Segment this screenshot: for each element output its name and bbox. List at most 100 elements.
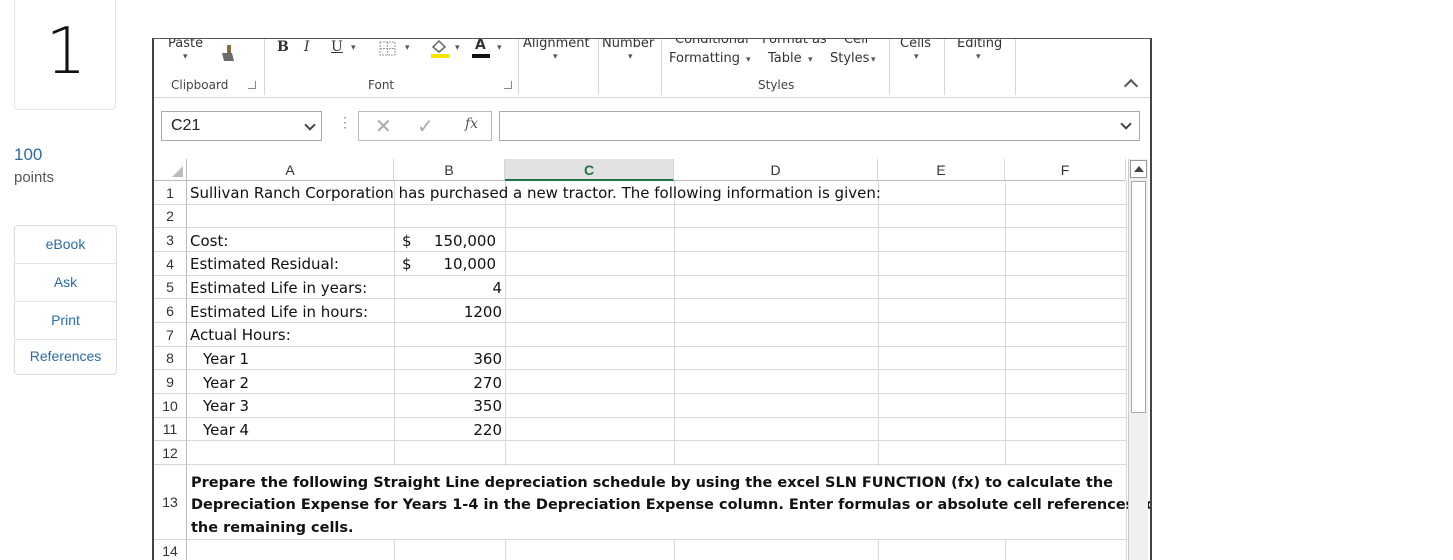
cell-a11[interactable]: Year 4: [203, 421, 249, 439]
cell-b6[interactable]: 1200: [416, 303, 502, 321]
formula-buttons: ✕ ✓ fx: [358, 111, 492, 141]
ebook-link[interactable]: eBook: [15, 226, 116, 264]
worksheet-grid[interactable]: A B C D E F 1 2 3 4 5 6 7 8 9 10 11 12 1…: [154, 159, 1150, 560]
row-header-10[interactable]: 10: [154, 394, 187, 418]
row-header-2[interactable]: 2: [154, 205, 187, 228]
font-color-button[interactable]: A: [475, 39, 486, 53]
row-header-9[interactable]: 9: [154, 370, 187, 394]
paste-button[interactable]: Paste: [168, 39, 203, 51]
column-header-c[interactable]: C: [505, 159, 674, 181]
font-group-label: Font: [368, 78, 395, 92]
underline-button[interactable]: U: [331, 39, 343, 55]
cell-a8[interactable]: Year 1: [203, 350, 249, 368]
ribbon-separator: [264, 39, 265, 95]
scroll-up-icon[interactable]: [1130, 160, 1147, 178]
name-box-dropdown-icon[interactable]: [304, 119, 316, 131]
cell-b9[interactable]: 270: [416, 374, 502, 392]
row-header-5[interactable]: 5: [154, 276, 187, 299]
underline-dropdown-icon[interactable]: ▾: [351, 43, 356, 53]
confirm-entry-icon[interactable]: ✓: [417, 114, 434, 139]
cell-styles-dropdown-icon[interactable]: ▾: [871, 55, 876, 65]
number-dropdown-icon[interactable]: ▾: [628, 52, 633, 62]
formula-bar-grip-icon[interactable]: ⋮: [338, 114, 352, 131]
references-link[interactable]: References: [15, 340, 116, 374]
vertical-scrollbar[interactable]: [1128, 159, 1148, 560]
cell-b3[interactable]: 150,000: [416, 232, 496, 250]
points-value: 100: [14, 145, 43, 164]
ask-link[interactable]: Ask: [15, 264, 116, 302]
editing-button[interactable]: Editing: [957, 39, 1002, 51]
row-header-3[interactable]: 3: [154, 228, 187, 252]
font-launcher-icon[interactable]: [504, 81, 512, 89]
cell-b4[interactable]: 10,000: [416, 255, 497, 273]
conditional-formatting-line1[interactable]: Conditional: [675, 39, 749, 47]
number-button[interactable]: Number: [602, 39, 654, 51]
cancel-entry-icon[interactable]: ✕: [375, 114, 392, 139]
bold-button[interactable]: B: [277, 39, 289, 55]
cell-b10[interactable]: 350: [416, 397, 502, 415]
cell-styles-line1[interactable]: Cell: [844, 39, 868, 47]
insert-function-button[interactable]: fx: [465, 116, 478, 132]
font-color-dropdown-icon[interactable]: ▾: [497, 43, 502, 53]
clipboard-launcher-icon[interactable]: [248, 81, 256, 89]
expand-formula-bar-icon[interactable]: [1120, 118, 1132, 130]
gridline: [187, 440, 1126, 441]
gridline: [187, 322, 1126, 323]
conditional-formatting-button[interactable]: Formatting: [669, 51, 740, 66]
excel-window: Paste ▾ Clipboard B I U ▾ ▾ ▾ A ▾ Font A…: [152, 38, 1152, 560]
cell-a5[interactable]: Estimated Life in years:: [190, 279, 367, 297]
editing-dropdown-icon[interactable]: ▾: [976, 52, 981, 62]
ribbon-separator: [661, 39, 662, 95]
row-header-7[interactable]: 7: [154, 323, 187, 347]
formula-input[interactable]: [499, 111, 1140, 141]
cell-a6[interactable]: Estimated Life in hours:: [190, 303, 368, 321]
cell-a7[interactable]: Actual Hours:: [190, 326, 291, 344]
borders-dropdown-icon[interactable]: ▾: [405, 43, 410, 53]
print-link[interactable]: Print: [15, 302, 116, 340]
cell-a3[interactable]: Cost:: [190, 232, 228, 250]
cells-dropdown-icon[interactable]: ▾: [914, 52, 919, 62]
alignment-button[interactable]: Alignment: [523, 39, 590, 51]
fill-color-icon[interactable]: [429, 39, 451, 59]
column-header-b[interactable]: B: [394, 159, 505, 181]
cell-a9[interactable]: Year 2: [203, 374, 249, 392]
fill-color-dropdown-icon[interactable]: ▾: [455, 43, 460, 53]
cells-button[interactable]: Cells: [900, 39, 931, 51]
row-header-13[interactable]: 13: [154, 465, 187, 540]
row-header-12[interactable]: 12: [154, 441, 187, 465]
alignment-dropdown-icon[interactable]: ▾: [553, 52, 558, 62]
row-header-6[interactable]: 6: [154, 299, 187, 323]
row-header-11[interactable]: 11: [154, 418, 187, 441]
column-header-e[interactable]: E: [878, 159, 1005, 181]
cell-a4[interactable]: Estimated Residual:: [190, 255, 339, 273]
column-header-f[interactable]: F: [1005, 159, 1126, 181]
italic-button[interactable]: I: [304, 39, 310, 55]
cell-b11[interactable]: 220: [416, 421, 502, 439]
ribbon-separator: [1015, 39, 1016, 95]
cell-a10[interactable]: Year 3: [203, 397, 249, 415]
format-as-table-line1[interactable]: Format as: [762, 39, 827, 47]
cell-a1[interactable]: Sullivan Ranch Corporation has purchased…: [190, 184, 881, 202]
column-header-a[interactable]: A: [187, 159, 394, 181]
collapse-ribbon-icon[interactable]: [1123, 78, 1139, 94]
name-box[interactable]: C21: [161, 111, 322, 141]
scrollbar-thumb[interactable]: [1131, 181, 1146, 413]
cell-b5[interactable]: 4: [416, 279, 502, 297]
ribbon: Paste ▾ Clipboard B I U ▾ ▾ ▾ A ▾ Font A…: [154, 39, 1150, 98]
styles-group-label: Styles: [758, 78, 795, 92]
row-header-4[interactable]: 4: [154, 252, 187, 276]
column-header-d[interactable]: D: [674, 159, 878, 181]
conditional-formatting-dropdown-icon[interactable]: ▾: [746, 55, 751, 65]
format-as-table-button[interactable]: Table: [768, 51, 802, 66]
cell-styles-button[interactable]: Styles: [830, 51, 869, 66]
paste-dropdown-icon[interactable]: ▾: [183, 52, 188, 62]
row-header-1[interactable]: 1: [154, 181, 187, 205]
row-header-8[interactable]: 8: [154, 347, 187, 370]
row-header-14[interactable]: 14: [154, 540, 187, 560]
format-painter-icon[interactable]: [218, 43, 238, 63]
cell-b8[interactable]: 360: [416, 350, 502, 368]
gridline: [187, 275, 1126, 276]
borders-icon[interactable]: [379, 41, 397, 57]
format-as-table-dropdown-icon[interactable]: ▾: [808, 55, 813, 65]
select-all-corner[interactable]: [154, 159, 187, 181]
